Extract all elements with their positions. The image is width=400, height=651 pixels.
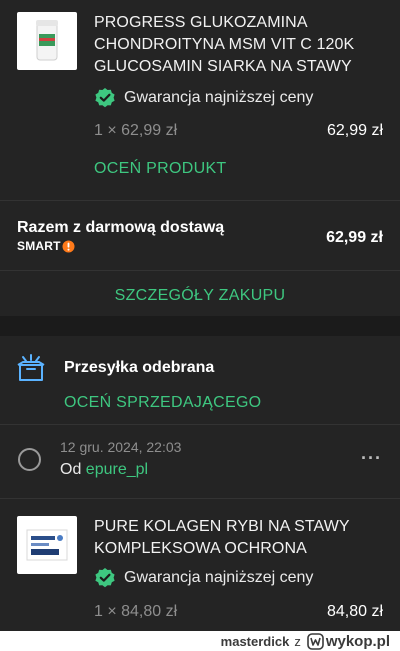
total-value: 62,99 zł — [326, 229, 383, 246]
line-total-1: 62,99 zł — [326, 122, 383, 139]
seller-line: Od epure_pl — [60, 461, 149, 478]
verified-icon — [94, 567, 116, 589]
order-card-2: Przesyłka odebrana OCEŃ SPRZEDAJĄCEGO 12… — [0, 336, 400, 631]
delivered-box-icon — [17, 353, 45, 383]
shipment-status: Przesyłka odebrana — [64, 359, 215, 376]
divider — [0, 200, 400, 201]
divider — [0, 498, 400, 499]
seller-link[interactable]: epure_pl — [86, 461, 148, 478]
guarantee-label-1: Gwarancja najniższej ceny — [124, 89, 314, 106]
watermark-via: z — [294, 633, 301, 649]
rate-product-button[interactable]: OCEŃ PRODUKT — [94, 160, 227, 178]
line-total-2: 84,80 zł — [326, 603, 383, 620]
watermark-user: masterdick — [220, 633, 290, 649]
product-image-2[interactable] — [17, 516, 77, 574]
shipment-date: 12 gru. 2024, 22:03 — [60, 439, 182, 455]
product-title-1[interactable]: PROGRESS GLUKOZAMINA CHONDROITYNA MSM VI… — [94, 12, 394, 78]
total-label: Razem z darmową dostawą — [17, 219, 225, 236]
guarantee-badge-1: Gwarancja najniższej ceny — [94, 87, 313, 109]
more-options-icon[interactable]: ··· — [361, 448, 382, 469]
qty-price-1: 1 × 62,99 zł — [94, 122, 178, 139]
smart-exclamation-icon — [62, 240, 75, 253]
divider — [0, 270, 400, 271]
divider — [0, 424, 400, 425]
purchase-details-button[interactable]: SZCZEGÓŁY ZAKUPU — [0, 287, 400, 305]
wykop-logo-icon — [307, 632, 324, 650]
order-card-1: PROGRESS GLUKOZAMINA CHONDROITYNA MSM VI… — [0, 0, 400, 316]
verified-icon — [94, 87, 116, 109]
qty-price-2: 1 × 84,80 zł — [94, 603, 178, 620]
guarantee-badge-2: Gwarancja najniższej ceny — [94, 567, 313, 589]
smart-badge: SMART — [17, 239, 75, 253]
product-image-1[interactable] — [17, 12, 77, 70]
watermark-site: wykop.pl — [325, 632, 390, 650]
wykop-watermark: masterdick z wykop.pl — [0, 631, 400, 651]
rate-seller-button[interactable]: OCEŃ SPRZEDAJĄCEGO — [64, 394, 261, 412]
product-title-2[interactable]: PURE KOLAGEN RYBI NA STAWY KOMPLEKSOWA O… — [94, 516, 394, 560]
select-radio[interactable] — [18, 448, 41, 471]
guarantee-label-2: Gwarancja najniższej ceny — [124, 569, 314, 586]
